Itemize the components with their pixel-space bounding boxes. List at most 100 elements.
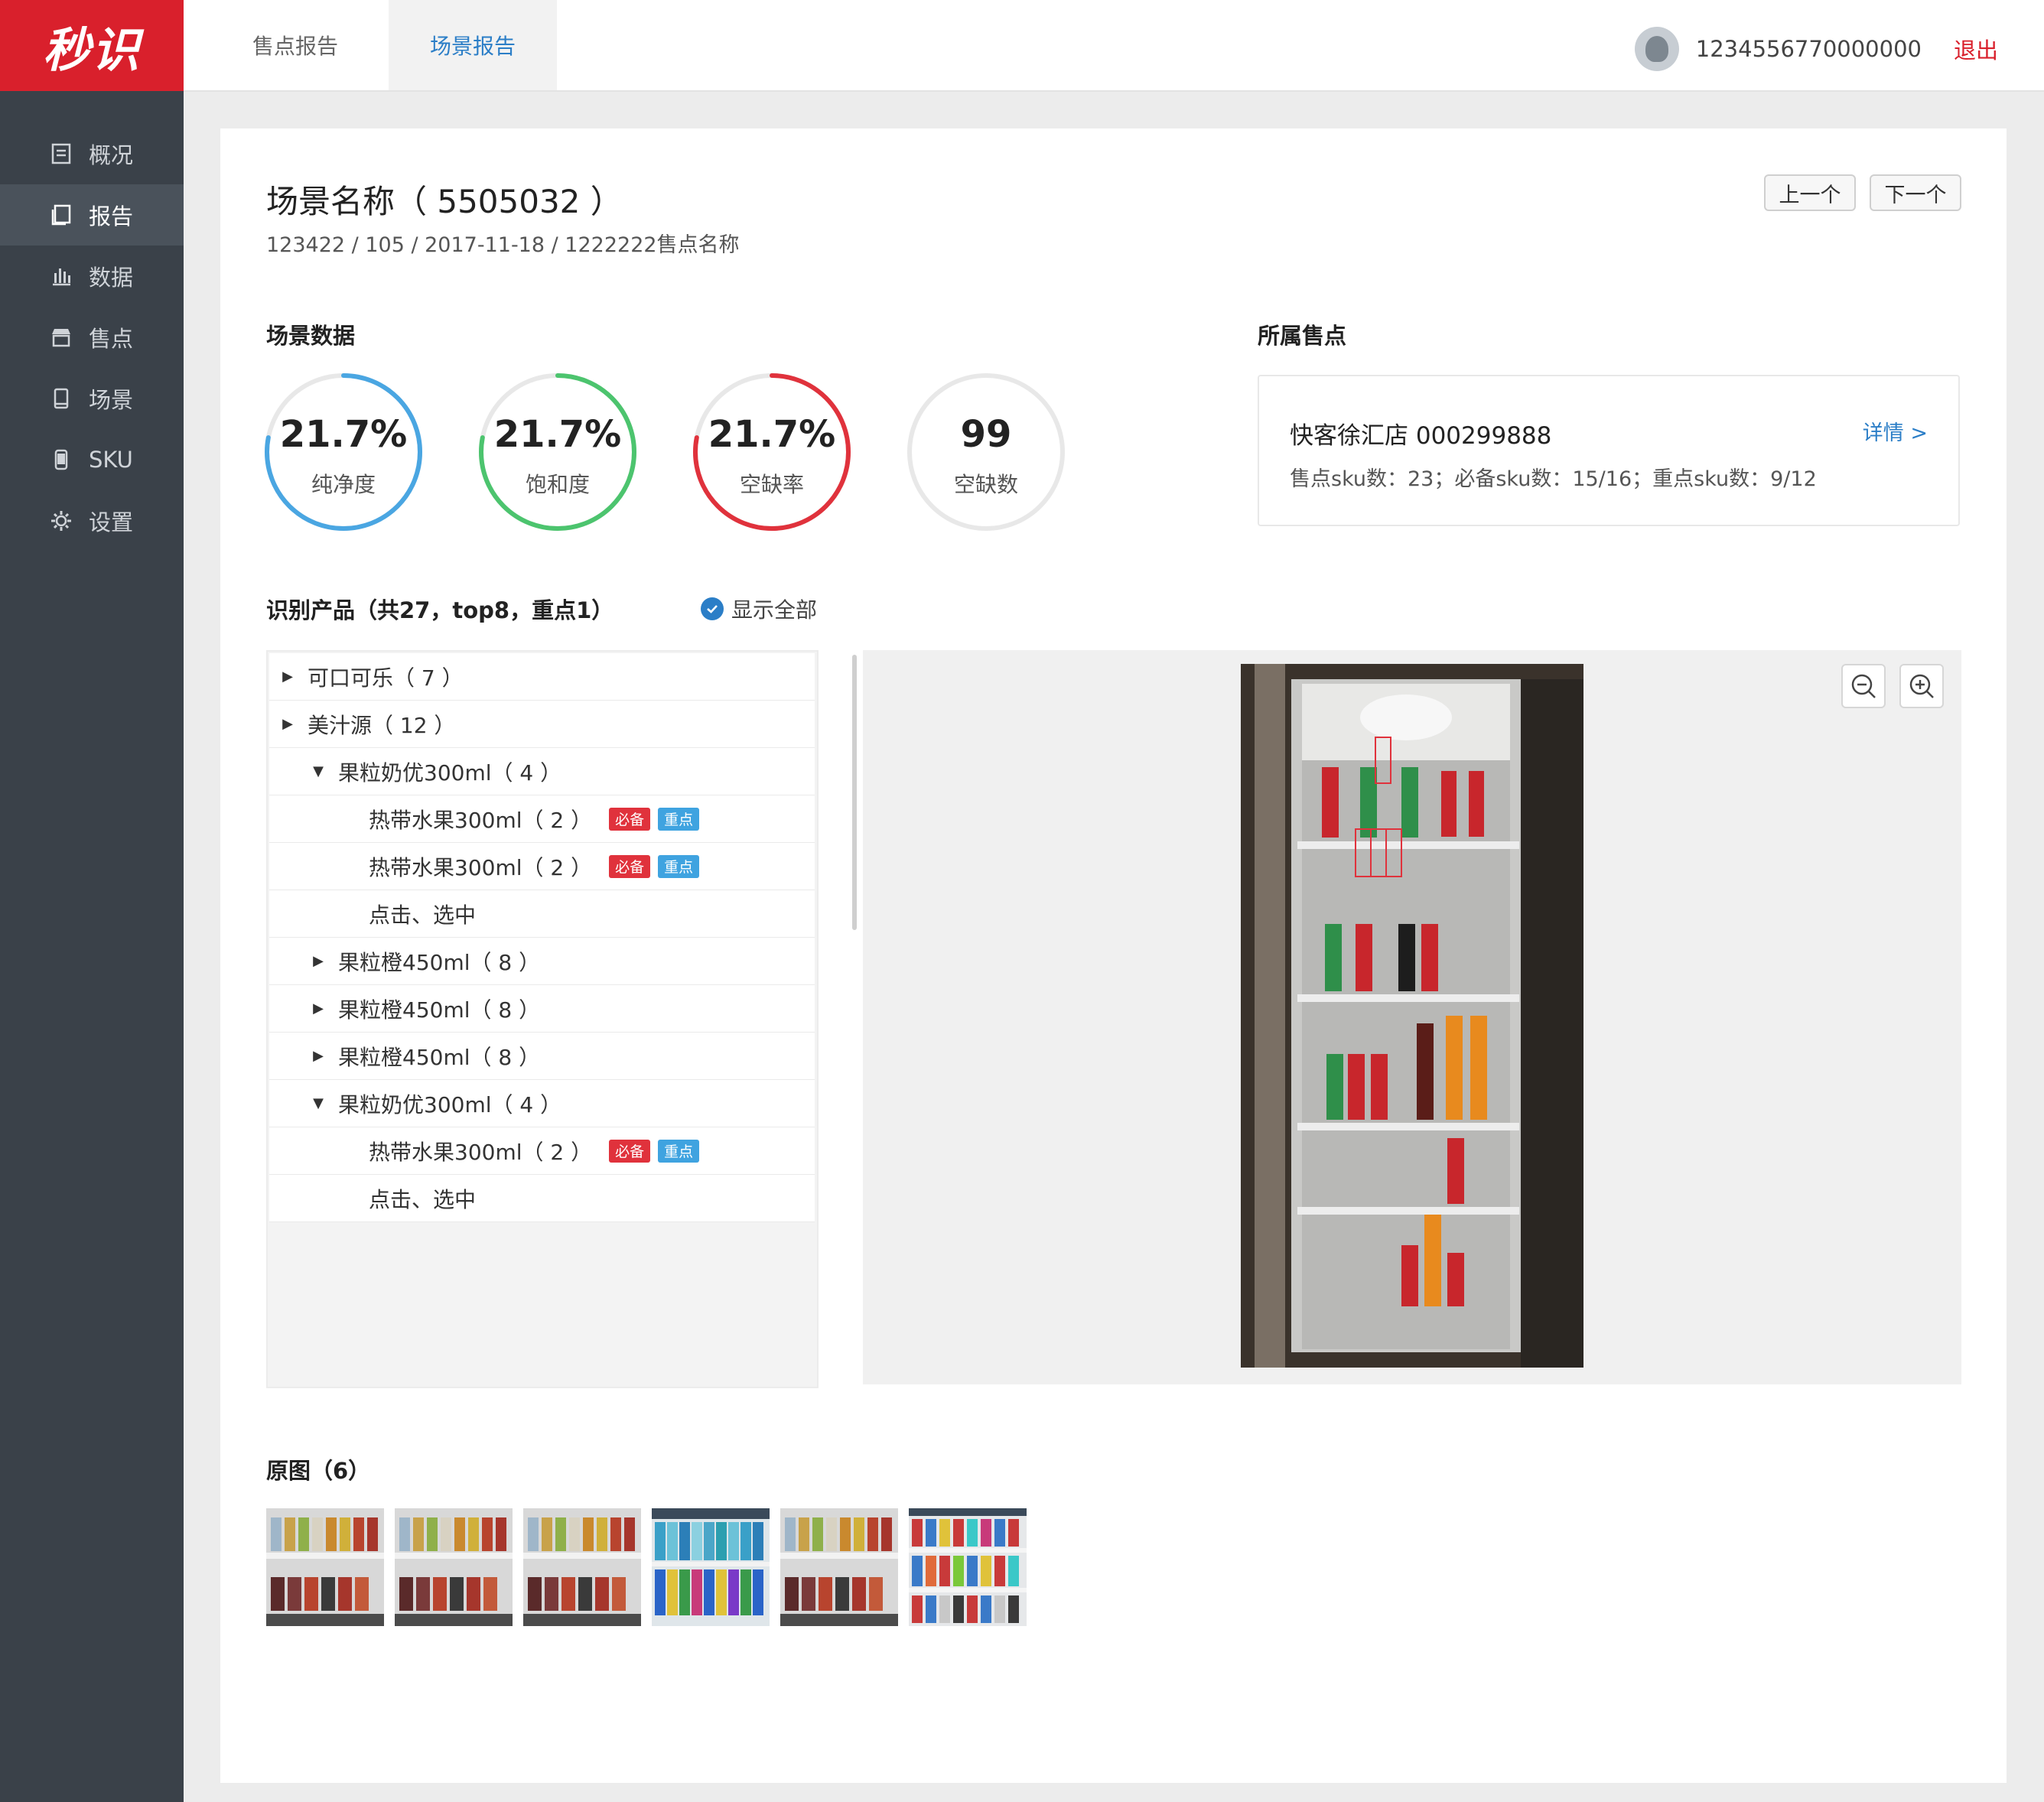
- tree-row-label: 热带水果300ml（ 2 ）: [369, 1139, 593, 1165]
- metric-vacancy-rate: 21.7% 空缺率: [692, 372, 852, 532]
- sidebar-item-label: 场景: [89, 387, 134, 413]
- key-badge: 重点: [658, 854, 700, 878]
- tree-row[interactable]: 热带水果300ml（ 2 ） 必备 重点: [269, 1127, 815, 1175]
- outlet-section-title: 所属售点: [1258, 323, 1347, 349]
- tree-row[interactable]: ▶ 可口可乐（ 7 ）: [269, 653, 815, 701]
- original-thumbnail[interactable]: [780, 1508, 898, 1626]
- sidebar-item-label: 设置: [89, 509, 134, 535]
- scene-meta: 123422 / 105 / 2017-11-18 / 1222222售点名称: [266, 233, 740, 257]
- caret-right-icon[interactable]: ▶: [278, 668, 297, 685]
- tree-row-label: 美汁源（ 12 ）: [308, 712, 456, 738]
- caret-right-icon[interactable]: ▶: [309, 953, 327, 969]
- sidebar-item-outlet[interactable]: 售点: [0, 307, 184, 368]
- store-icon: [49, 325, 73, 350]
- caret-right-icon[interactable]: ▶: [278, 716, 297, 732]
- metric-label: 纯净度: [311, 472, 376, 497]
- brand-logo[interactable]: 秒识: [0, 0, 184, 91]
- sidebar-item-scene[interactable]: 场景: [0, 368, 184, 429]
- metric-vacancy-count: 99 空缺数: [906, 372, 1066, 532]
- sidebar-item-label: 概况: [89, 142, 134, 168]
- logout-link[interactable]: 退出: [1954, 33, 1998, 65]
- next-button[interactable]: 下一个: [1870, 174, 1961, 211]
- outlet-card: 快客徐汇店 000299888 详情 > 售点sku数：23；必备sku数：15…: [1258, 375, 1960, 526]
- caret-down-icon[interactable]: ▼: [309, 1095, 327, 1111]
- metric-value: 21.7%: [279, 413, 408, 456]
- fridge-photo-illustration: [1241, 664, 1583, 1368]
- prev-button[interactable]: 上一个: [1764, 174, 1856, 211]
- tree-row[interactable]: 热带水果300ml（ 2 ） 必备 重点: [269, 795, 815, 843]
- tab-scene-report[interactable]: 场景报告: [389, 0, 557, 90]
- key-badge: 重点: [658, 1139, 700, 1163]
- gear-icon: [49, 509, 73, 533]
- top-bar: 售点报告 场景报告 1234556770000000 退出: [184, 0, 2044, 92]
- avatar[interactable]: [1634, 27, 1679, 71]
- product-tree: ▶ 可口可乐（ 7 ） ▶ 美汁源（ 12 ） ▼ 果粒奶优300ml（ 4 ） 热带水果3…: [266, 650, 857, 1388]
- must-have-badge: 必备: [609, 807, 651, 831]
- sidebar-item-sku[interactable]: SKU: [0, 429, 184, 490]
- caret-right-icon[interactable]: ▶: [309, 1000, 327, 1016]
- tree-row-label: 果粒奶优300ml（ 4 ）: [338, 1091, 562, 1117]
- page-title: 场景名称（ 5505032 ）: [266, 183, 623, 220]
- scene-photo[interactable]: [1241, 664, 1583, 1368]
- tree-row-label: 果粒奶优300ml（ 4 ）: [338, 760, 562, 786]
- original-thumbnail[interactable]: [909, 1508, 1027, 1626]
- sidebar-item-report[interactable]: 报告: [0, 184, 184, 246]
- user-id: 1234556770000000: [1695, 36, 1922, 62]
- show-all-label: 显示全部: [731, 597, 818, 623]
- sidebar-item-data[interactable]: 数据: [0, 246, 184, 307]
- tree-scrollbar[interactable]: [852, 655, 857, 930]
- metric-label: 空缺率: [739, 472, 804, 497]
- user-area: 1234556770000000 退出: [1634, 26, 1998, 72]
- tree-row-label: 热带水果300ml（ 2 ）: [369, 854, 593, 880]
- tree-row[interactable]: ▼ 果粒奶优300ml（ 4 ）: [269, 1080, 815, 1127]
- outlet-detail-link[interactable]: 详情 >: [1863, 416, 1928, 446]
- tree-row-label: 果粒橙450ml（ 8 ）: [338, 1044, 541, 1070]
- outlet-name: 快客徐汇店 000299888: [1290, 422, 1552, 450]
- overview-icon: [49, 141, 73, 166]
- tree-row[interactable]: ▶ 果粒橙450ml（ 8 ）: [269, 985, 815, 1033]
- zoom-in-button[interactable]: [1899, 664, 1944, 708]
- metric-value: 21.7%: [493, 413, 622, 456]
- sidebar-nav: 概况 报告 数据 售点 场景 SKU 设置: [0, 123, 184, 551]
- metric-saturation: 21.7% 饱和度: [477, 372, 638, 532]
- original-thumbnail[interactable]: [395, 1508, 513, 1626]
- zoom-out-icon: [1851, 674, 1876, 698]
- tree-row[interactable]: 点击、选中: [269, 890, 815, 938]
- sidebar-item-label: 售点: [89, 326, 134, 352]
- sidebar: 秒识 概况 报告 数据 售点 场景 SKU 设置: [0, 0, 184, 1802]
- tree-row[interactable]: ▼ 果粒奶优300ml（ 4 ）: [269, 748, 815, 795]
- tree-row-label: 可口可乐（ 7 ）: [308, 665, 464, 691]
- metric-label: 空缺数: [953, 472, 1018, 497]
- sidebar-item-settings[interactable]: 设置: [0, 490, 184, 551]
- metric-label: 饱和度: [525, 472, 590, 497]
- tree-row-label: 点击、选中: [369, 1186, 477, 1212]
- zoom-out-button[interactable]: [1841, 664, 1886, 708]
- tree-row[interactable]: 热带水果300ml（ 2 ） 必备 重点: [269, 843, 815, 890]
- scene-data-title: 场景数据: [266, 323, 356, 349]
- caret-down-icon[interactable]: ▼: [309, 763, 327, 779]
- show-all-checkbox[interactable]: 显示全部: [701, 594, 817, 624]
- sidebar-item-overview[interactable]: 概况: [0, 123, 184, 184]
- scene-report-card: 场景名称（ 5505032 ） 123422 / 105 / 2017-11-1…: [220, 128, 2007, 1783]
- phone-icon: [49, 447, 73, 472]
- tree-row[interactable]: ▶ 果粒橙450ml（ 8 ）: [269, 938, 815, 985]
- metric-purity: 21.7% 纯净度: [263, 372, 424, 532]
- original-thumbnail[interactable]: [652, 1508, 770, 1626]
- report-icon: [49, 203, 73, 227]
- tablet-icon: [49, 386, 73, 411]
- original-thumbnail[interactable]: [266, 1508, 384, 1626]
- tree-row-label: 果粒橙450ml（ 8 ）: [338, 949, 541, 975]
- must-have-badge: 必备: [609, 1139, 651, 1163]
- tree-row[interactable]: 点击、选中: [269, 1175, 815, 1222]
- originals-title: 原图（6）: [266, 1458, 371, 1484]
- tree-row-label: 果粒橙450ml（ 8 ）: [338, 997, 541, 1023]
- check-icon: [701, 597, 724, 620]
- product-tree-list: ▶ 可口可乐（ 7 ） ▶ 美汁源（ 12 ） ▼ 果粒奶优300ml（ 4 ） 热带水果3…: [269, 653, 815, 1222]
- caret-right-icon[interactable]: ▶: [309, 1048, 327, 1064]
- sidebar-item-label: 数据: [89, 265, 134, 291]
- tab-outlet-report[interactable]: 售点报告: [211, 0, 379, 90]
- sidebar-item-label: 报告: [89, 203, 134, 229]
- tree-row[interactable]: ▶ 美汁源（ 12 ）: [269, 701, 815, 748]
- tree-row[interactable]: ▶ 果粒橙450ml（ 8 ）: [269, 1033, 815, 1080]
- original-thumbnail[interactable]: [523, 1508, 641, 1626]
